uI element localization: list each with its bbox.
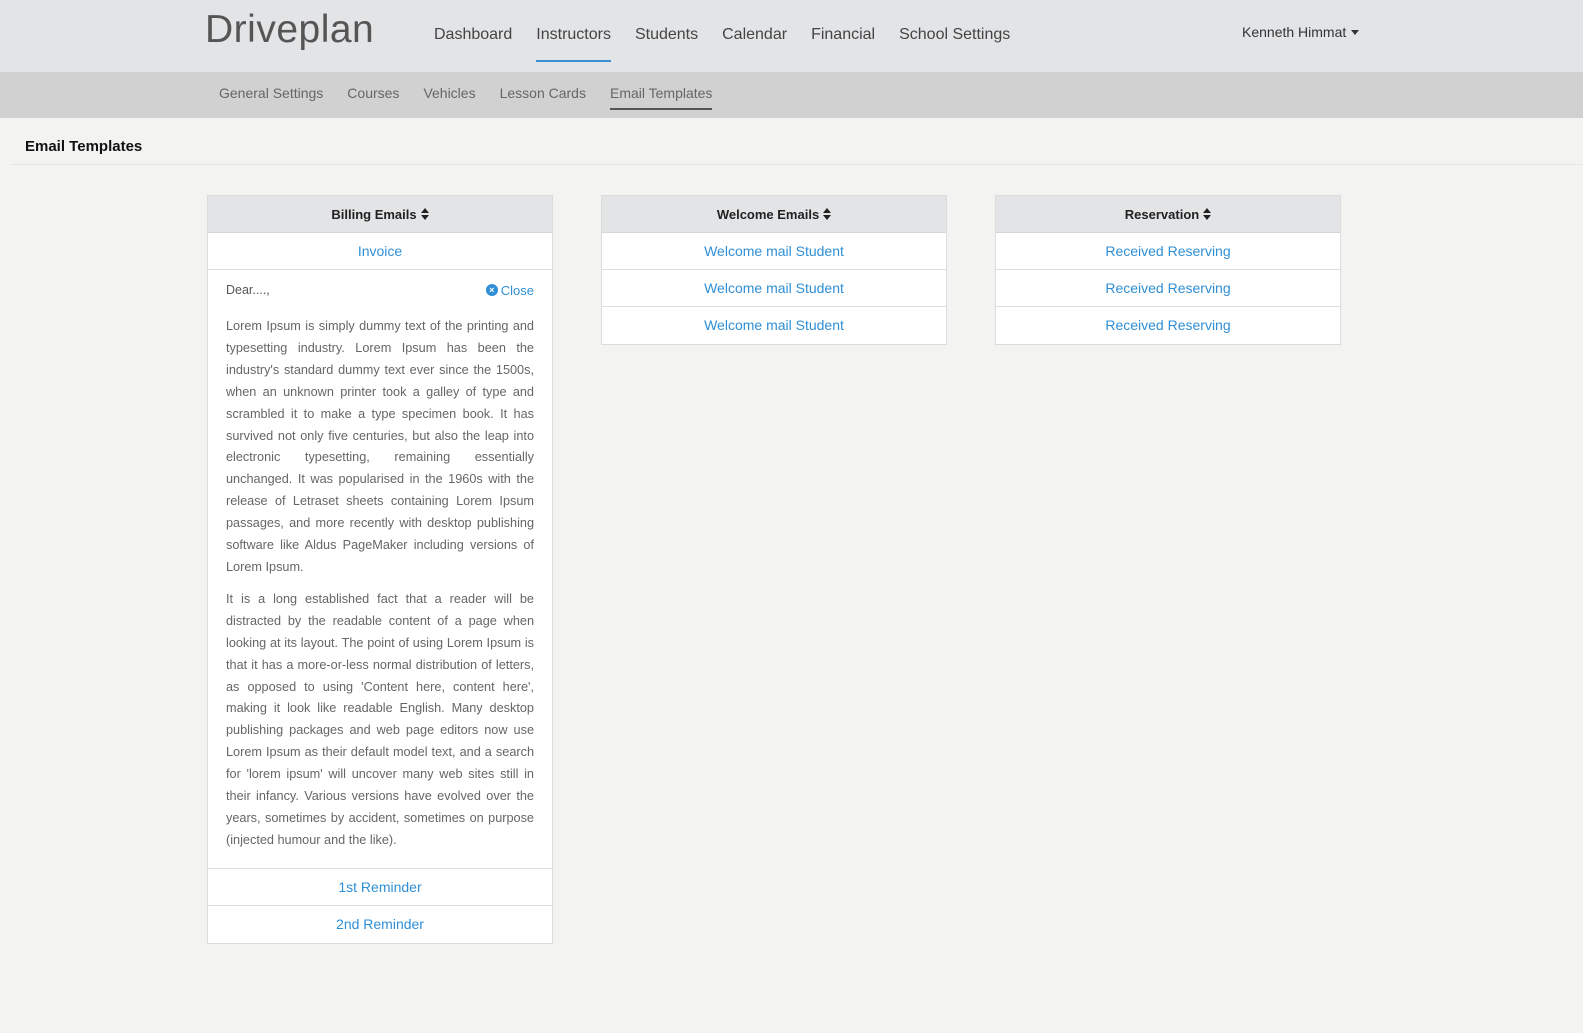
brand-logo[interactable]: Driveplan <box>205 8 374 52</box>
template-item-reservation[interactable]: Received Reserving <box>996 307 1340 344</box>
welcome-emails-title: Welcome Emails <box>716 207 820 222</box>
nav-dashboard[interactable]: Dashboard <box>434 0 512 62</box>
close-circle-icon: × <box>485 284 498 296</box>
nav-financial[interactable]: Financial <box>811 0 875 62</box>
welcome-emails-panel: Welcome Emails Welcome mail Student Welc… <box>601 195 947 345</box>
template-item-reservation[interactable]: Received Reserving <box>996 233 1340 270</box>
template-item-welcome[interactable]: Welcome mail Student <box>602 307 946 344</box>
preview-paragraph: It is a long established fact that a rea… <box>226 591 534 847</box>
sort-icon <box>1203 207 1212 220</box>
main-nav: Dashboard Instructors Students Calendar … <box>434 0 1034 72</box>
user-name: Kenneth Himmat <box>1242 24 1347 40</box>
top-navbar: Driveplan Dashboard Instructors Students… <box>0 0 1583 72</box>
billing-emails-panel: Billing Emails Invoice Dear...., × Close … <box>207 195 553 944</box>
close-button[interactable]: × Close <box>485 282 534 298</box>
page-title: Email Templates <box>25 138 143 155</box>
subnav-email-templates[interactable]: Email Templates <box>609 72 713 110</box>
billing-emails-title: Billing Emails <box>331 207 417 222</box>
subnav-vehicles[interactable]: Vehicles <box>423 72 475 110</box>
nav-calendar[interactable]: Calendar <box>722 0 787 62</box>
nav-school-settings[interactable]: School Settings <box>899 0 1010 62</box>
reservation-panel: Reservation Received Reserving Received … <box>995 195 1341 345</box>
welcome-emails-header[interactable]: Welcome Emails <box>602 196 946 233</box>
billing-emails-header[interactable]: Billing Emails <box>208 196 552 233</box>
sort-icon <box>420 207 429 220</box>
reservation-header[interactable]: Reservation <box>996 196 1340 233</box>
template-item-2nd-reminder[interactable]: 2nd Reminder <box>208 906 552 943</box>
subnav-general-settings[interactable]: General Settings <box>219 72 323 110</box>
settings-subnav-bar: General Settings Courses Vehicles Lesson… <box>0 72 1583 118</box>
user-menu[interactable]: Kenneth Himmat <box>1242 24 1360 40</box>
template-item-welcome[interactable]: Welcome mail Student <box>602 270 946 307</box>
template-item-invoice[interactable]: Invoice <box>208 233 552 270</box>
template-item-1st-reminder[interactable]: 1st Reminder <box>208 869 552 906</box>
nav-instructors[interactable]: Instructors <box>536 0 611 62</box>
template-preview: Dear...., × Close Lorem Ipsum is simply d… <box>208 270 552 869</box>
settings-subnav: General Settings Courses Vehicles Lesson… <box>219 72 736 118</box>
nav-students[interactable]: Students <box>635 0 698 62</box>
reservation-title: Reservation <box>1124 207 1200 222</box>
divider <box>10 164 1583 165</box>
sort-icon <box>823 207 832 220</box>
template-item-reservation[interactable]: Received Reserving <box>996 270 1340 307</box>
template-item-welcome[interactable]: Welcome mail Student <box>602 233 946 270</box>
subnav-lesson-cards[interactable]: Lesson Cards <box>500 72 586 110</box>
caret-down-icon <box>1351 29 1360 35</box>
preview-greeting: Dear...., <box>226 283 270 297</box>
close-label: Close <box>500 282 534 298</box>
preview-paragraph: Lorem Ipsum is simply dummy text of the … <box>226 319 534 574</box>
subnav-courses[interactable]: Courses <box>347 72 399 110</box>
